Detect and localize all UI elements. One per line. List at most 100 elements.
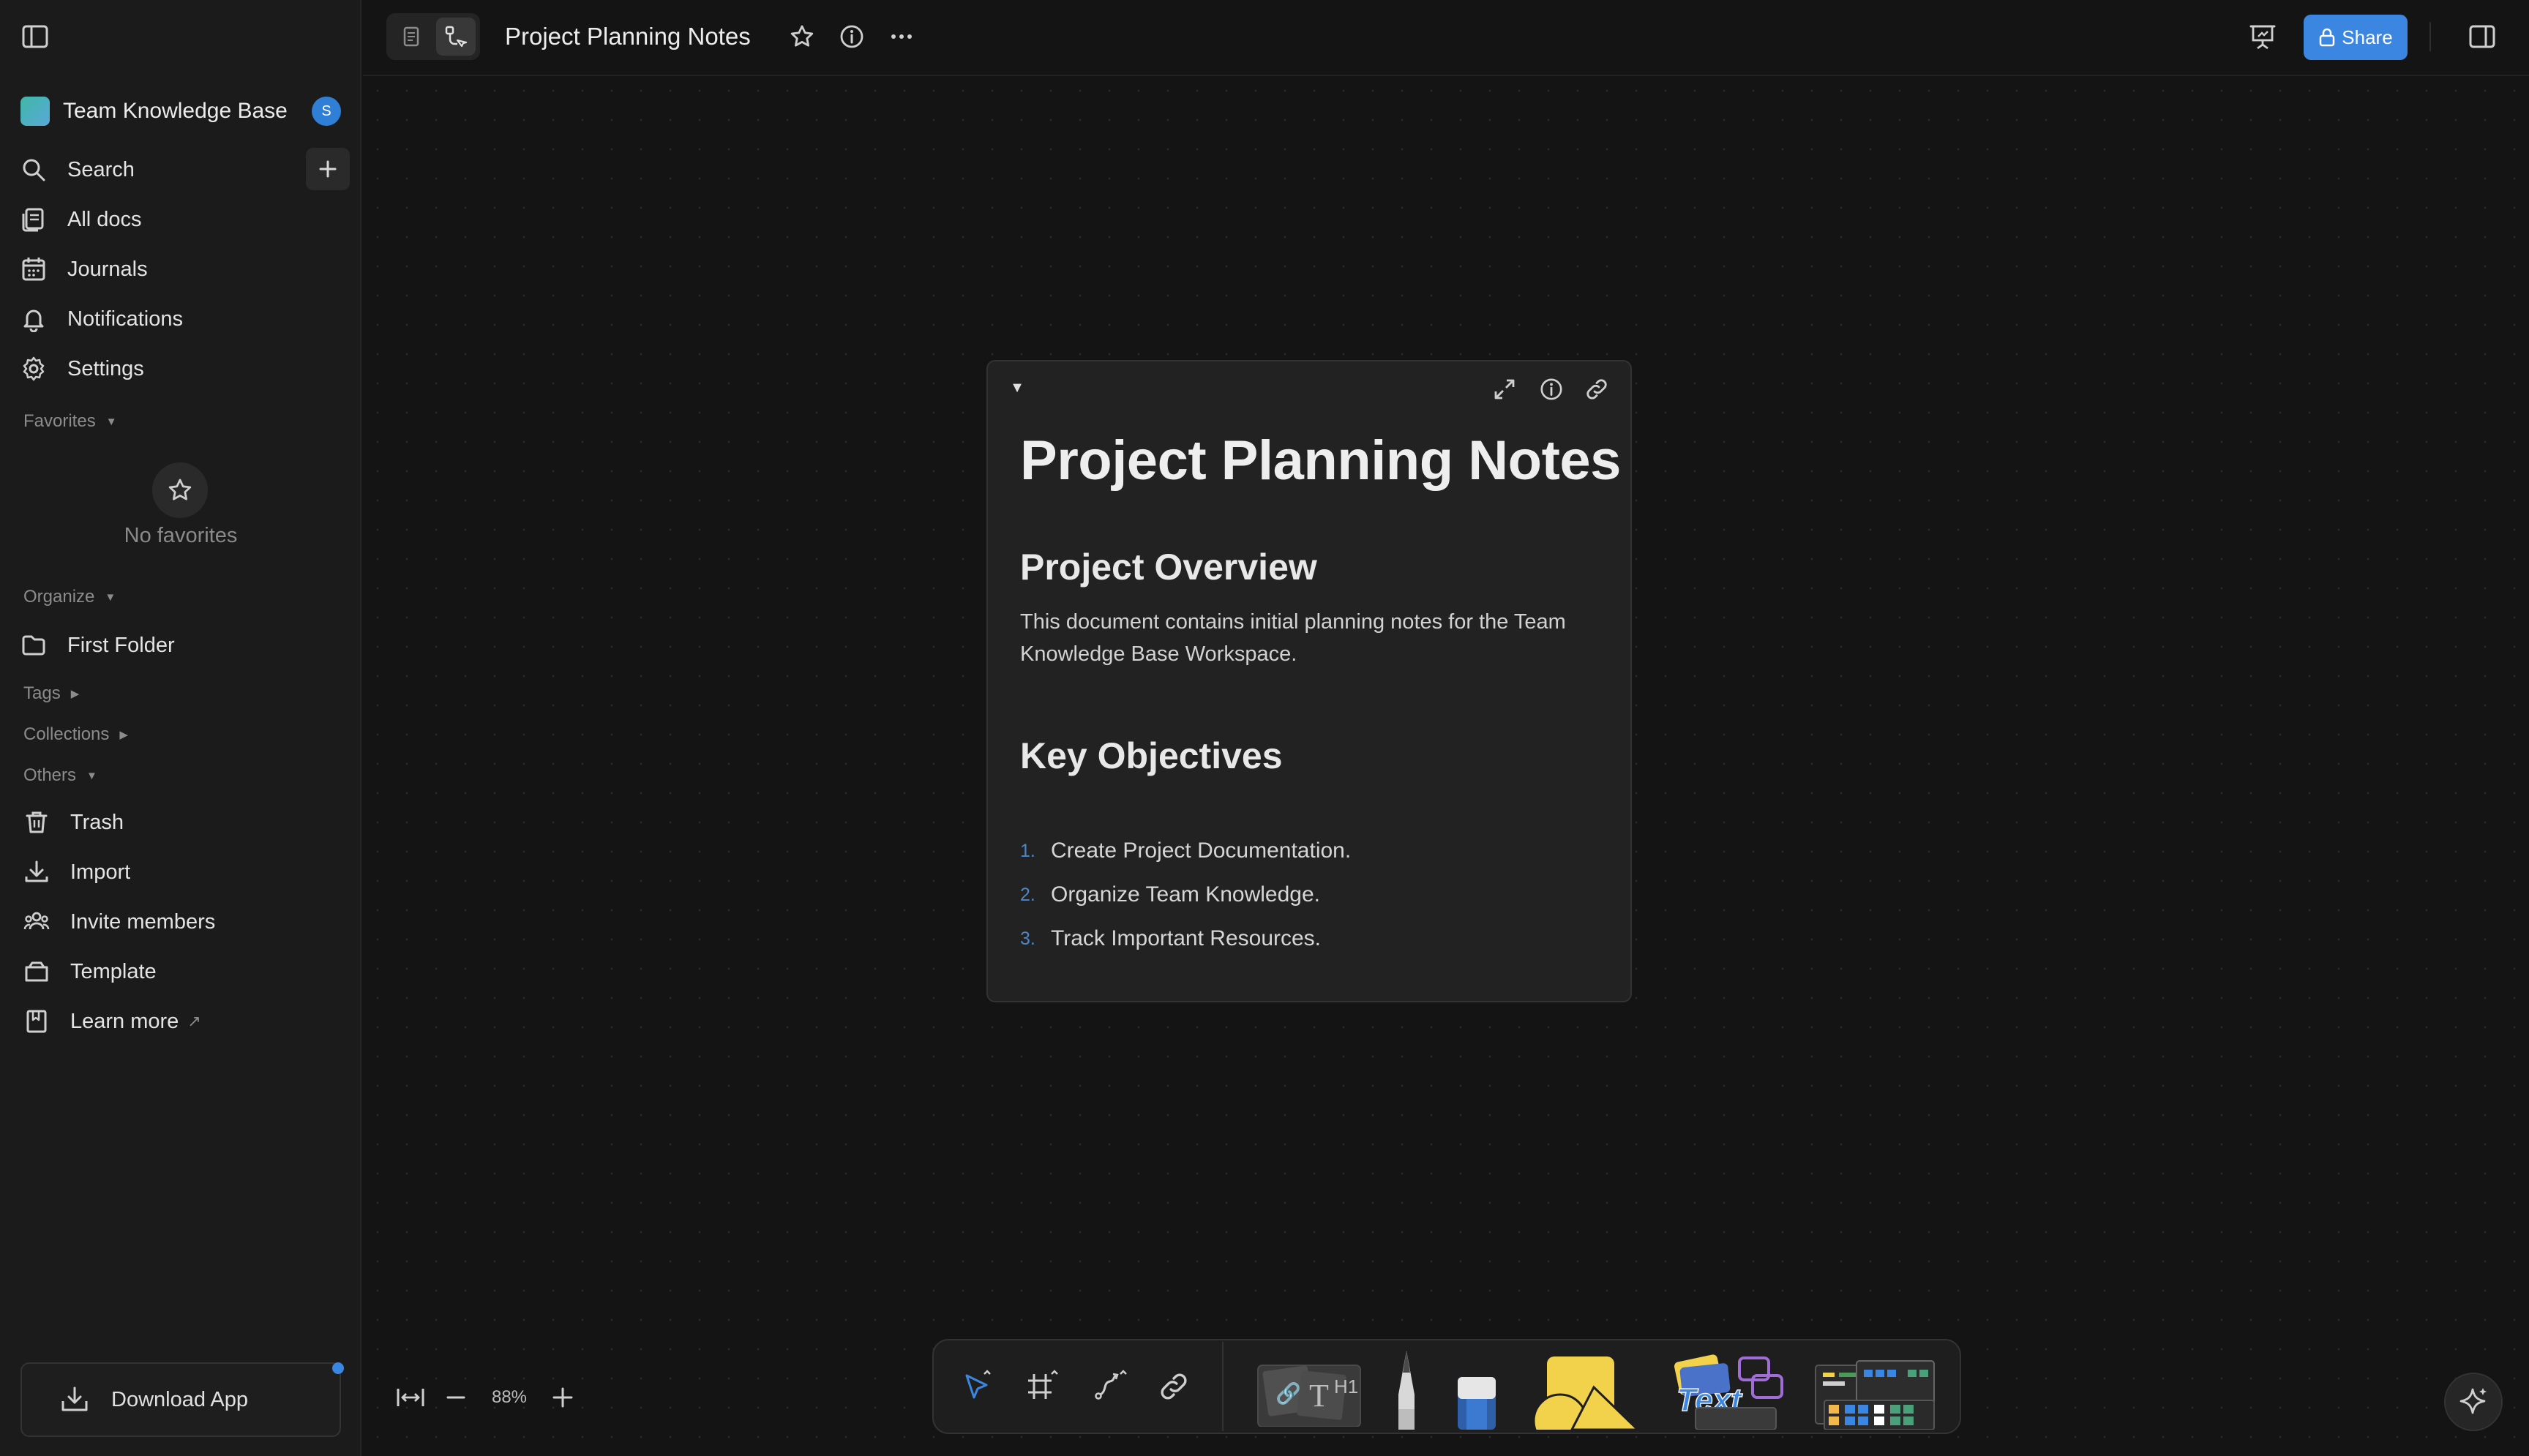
topbar-divider bbox=[2429, 22, 2431, 51]
minus-icon bbox=[446, 1396, 465, 1399]
docs-icon bbox=[18, 203, 50, 236]
pointer-icon bbox=[965, 1370, 991, 1399]
document-title[interactable]: Project Planning Notes bbox=[1020, 429, 1621, 492]
lock-icon bbox=[2320, 28, 2335, 47]
avatar[interactable]: S bbox=[312, 97, 341, 126]
zoom-level[interactable]: 88% bbox=[482, 1380, 537, 1415]
sidebar: Team Knowledge Base S Search All docs Jo… bbox=[0, 0, 361, 1456]
doc-info-button[interactable] bbox=[834, 19, 869, 54]
caret-down-icon: ▼ bbox=[86, 769, 97, 782]
list-item[interactable]: 1. Create Project Documentation. bbox=[1020, 838, 1351, 863]
eraser-tool[interactable] bbox=[1447, 1340, 1506, 1433]
present-button[interactable] bbox=[2244, 19, 2282, 54]
copy-link-button[interactable] bbox=[1581, 375, 1613, 404]
text-and-media-tool[interactable]: Text bbox=[1664, 1340, 1793, 1433]
external-link-icon: ↗ bbox=[187, 1012, 201, 1030]
sidebar-item-notifications[interactable]: Notifications bbox=[16, 297, 345, 341]
tags-label: Tags bbox=[23, 683, 61, 703]
list-number: 3. bbox=[1020, 928, 1035, 949]
plus-icon bbox=[552, 1387, 573, 1408]
fit-to-screen-button[interactable] bbox=[391, 1380, 430, 1415]
edgeless-mode-button[interactable] bbox=[436, 18, 476, 56]
collapse-toggle[interactable]: ▼ bbox=[1007, 378, 1027, 398]
pen-tool[interactable] bbox=[1383, 1340, 1430, 1433]
info-icon bbox=[1540, 378, 1562, 400]
objectives-heading[interactable]: Key Objectives bbox=[1020, 735, 1283, 777]
download-app-icon bbox=[60, 1385, 89, 1414]
more-options-button[interactable] bbox=[884, 19, 919, 54]
trash-icon bbox=[20, 806, 53, 838]
sidebar-item-invite-members[interactable]: Invite members bbox=[19, 900, 348, 944]
toggle-right-panel-button[interactable] bbox=[2465, 19, 2500, 54]
sidebar-item-label: First Folder bbox=[67, 633, 175, 657]
overview-heading[interactable]: Project Overview bbox=[1020, 546, 1317, 588]
sidebar-toggle-icon bbox=[22, 25, 48, 48]
shape-tool[interactable] bbox=[1525, 1340, 1648, 1433]
block-info-button[interactable] bbox=[1535, 375, 1567, 404]
list-text: Create Project Documentation. bbox=[1051, 838, 1352, 863]
document-note-block[interactable]: ▼ Project Planning Notes Project Overvie… bbox=[986, 360, 1632, 1002]
connector-tool[interactable] bbox=[1083, 1340, 1136, 1433]
toggle-sidebar-button[interactable] bbox=[19, 22, 51, 51]
doc-title[interactable]: Project Planning Notes bbox=[505, 19, 751, 54]
share-button[interactable]: Share bbox=[2304, 15, 2408, 60]
expand-button[interactable] bbox=[1488, 375, 1521, 404]
sidebar-item-all-docs[interactable]: All docs bbox=[16, 198, 345, 241]
gear-icon bbox=[18, 353, 50, 385]
sidebar-item-journals[interactable]: Journals bbox=[16, 247, 345, 291]
sidebar-item-learn-more[interactable]: Learn more ↗ bbox=[19, 999, 348, 1043]
overview-paragraph[interactable]: This document contains initial planning … bbox=[1020, 606, 1620, 670]
page-mode-button[interactable] bbox=[392, 18, 430, 56]
workspace-switcher[interactable]: Team Knowledge Base S bbox=[16, 91, 345, 132]
calendar-icon bbox=[18, 253, 50, 285]
bell-icon bbox=[18, 303, 50, 335]
tags-section-toggle[interactable]: Tags ▶ bbox=[23, 683, 79, 704]
text-media-icon: Text bbox=[1674, 1354, 1783, 1430]
download-app-button[interactable]: Download App bbox=[20, 1362, 344, 1437]
collections-section-toggle[interactable]: Collections ▶ bbox=[23, 724, 128, 745]
note-tool[interactable]: 🔗 T H1 bbox=[1251, 1340, 1368, 1433]
caret-down-icon: ▼ bbox=[105, 415, 117, 428]
organize-section-toggle[interactable]: Organize ▼ bbox=[23, 587, 116, 607]
new-doc-button[interactable] bbox=[306, 148, 350, 190]
sidebar-item-label: Notifications bbox=[67, 307, 183, 331]
folder-icon bbox=[18, 629, 50, 661]
favorite-button[interactable] bbox=[784, 19, 820, 54]
toolbar-divider bbox=[1222, 1342, 1224, 1431]
list-item[interactable]: 3. Track Important Resources. bbox=[1020, 926, 1321, 951]
sidebar-item-trash[interactable]: Trash bbox=[19, 800, 348, 844]
favorites-section-toggle[interactable]: Favorites ▼ bbox=[23, 411, 117, 432]
search-icon bbox=[18, 154, 50, 186]
edgeless-toolbar: 🔗 T H1 Text bbox=[932, 1339, 1961, 1434]
sidebar-item-label: Search bbox=[67, 157, 135, 181]
sidebar-item-label: Settings bbox=[67, 356, 144, 380]
select-tool[interactable] bbox=[951, 1340, 1004, 1433]
zoom-in-button[interactable] bbox=[544, 1380, 581, 1415]
sparkle-icon bbox=[2459, 1388, 2487, 1414]
sidebar-item-import[interactable]: Import bbox=[19, 850, 348, 894]
caret-down-icon: ▼ bbox=[105, 590, 116, 604]
list-item[interactable]: 2. Organize Team Knowledge. bbox=[1020, 882, 1320, 907]
plus-icon bbox=[319, 160, 337, 178]
sidebar-item-search[interactable]: Search bbox=[16, 148, 280, 192]
info-icon bbox=[840, 25, 863, 48]
update-dot bbox=[332, 1362, 344, 1374]
link-icon bbox=[1586, 379, 1607, 399]
frame-tool[interactable] bbox=[1016, 1340, 1068, 1433]
workspace-name: Team Knowledge Base bbox=[63, 99, 288, 123]
list-text: Track Important Resources. bbox=[1051, 926, 1322, 950]
organize-label: Organize bbox=[23, 587, 95, 607]
ai-assistant-button[interactable] bbox=[2444, 1373, 2503, 1431]
share-label: Share bbox=[2342, 26, 2393, 48]
link-tool[interactable] bbox=[1147, 1340, 1200, 1433]
fit-width-icon bbox=[397, 1389, 424, 1406]
download-icon bbox=[20, 856, 53, 888]
svg-text:T: T bbox=[1309, 1378, 1329, 1414]
sidebar-item-template[interactable]: Template bbox=[19, 950, 348, 994]
template-tool[interactable] bbox=[1809, 1340, 1941, 1433]
sidebar-item-first-folder[interactable]: First Folder bbox=[16, 623, 345, 667]
download-app-label: Download App bbox=[111, 1387, 249, 1411]
others-section-toggle[interactable]: Others ▼ bbox=[23, 765, 97, 786]
sidebar-item-settings[interactable]: Settings bbox=[16, 347, 345, 391]
zoom-out-button[interactable] bbox=[438, 1380, 474, 1415]
